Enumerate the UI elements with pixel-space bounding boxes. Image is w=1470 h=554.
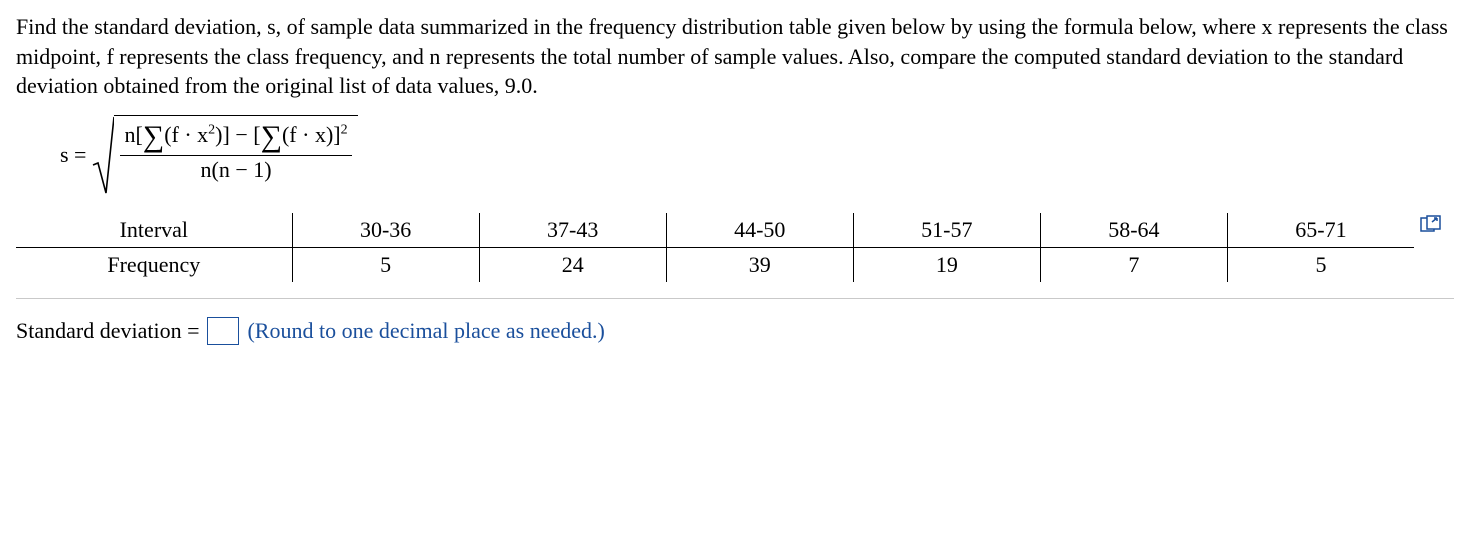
frequency-cell: 39 — [666, 248, 853, 283]
table-row: Frequency 5 24 39 19 7 5 — [16, 248, 1414, 283]
answer-label: Standard deviation = — [16, 318, 199, 344]
radical-icon — [92, 115, 114, 195]
table-row: Interval 30-36 37-43 44-50 51-57 58-64 6… — [16, 213, 1414, 248]
interval-cell: 44-50 — [666, 213, 853, 248]
minus: − — [235, 122, 247, 147]
interval-cell: 37-43 — [479, 213, 666, 248]
frequency-table: Interval 30-36 37-43 44-50 51-57 58-64 6… — [16, 213, 1414, 282]
fx2-inner: (f · x — [164, 122, 208, 147]
row-label-interval: Interval — [16, 213, 292, 248]
question-text: Find the standard deviation, s, of sampl… — [16, 12, 1454, 101]
exp-2b: 2 — [341, 123, 348, 138]
fraction: n[∑(f · x2)] − [∑(f · x)]2 n(n − 1) — [120, 120, 351, 183]
row-label-frequency: Frequency — [16, 248, 292, 283]
formula: s = n[∑(f · x2)] − [∑(f · x)]2 n(n − 1) — [60, 115, 1454, 195]
sigma-icon: ∑ — [143, 120, 164, 154]
standard-deviation-input[interactable] — [207, 317, 239, 345]
sigma-icon: ∑ — [261, 120, 282, 154]
frequency-cell: 7 — [1040, 248, 1227, 283]
interval-cell: 65-71 — [1227, 213, 1414, 248]
rounding-hint: (Round to one decimal place as needed.) — [247, 318, 604, 344]
bracket-open-2: [ — [253, 122, 260, 147]
formula-lhs: s = — [60, 142, 86, 168]
fx-inner: (f · x) — [282, 122, 333, 147]
frequency-cell: 5 — [292, 248, 479, 283]
popout-icon[interactable] — [1420, 213, 1442, 239]
bracket-close-1: )] — [215, 122, 230, 147]
frequency-cell: 24 — [479, 248, 666, 283]
frequency-cell: 5 — [1227, 248, 1414, 283]
interval-cell: 58-64 — [1040, 213, 1227, 248]
numerator: n[∑(f · x2)] − [∑(f · x)]2 — [120, 120, 351, 156]
denominator: n(n − 1) — [201, 156, 272, 183]
n-prefix: n — [124, 122, 135, 147]
bracket-close-2: ] — [333, 122, 340, 147]
sqrt: n[∑(f · x2)] − [∑(f · x)]2 n(n − 1) — [92, 115, 357, 195]
frequency-cell: 19 — [853, 248, 1040, 283]
answer-row: Standard deviation = (Round to one decim… — [16, 317, 1454, 345]
interval-cell: 30-36 — [292, 213, 479, 248]
bracket-open-1: [ — [135, 122, 142, 147]
interval-cell: 51-57 — [853, 213, 1040, 248]
